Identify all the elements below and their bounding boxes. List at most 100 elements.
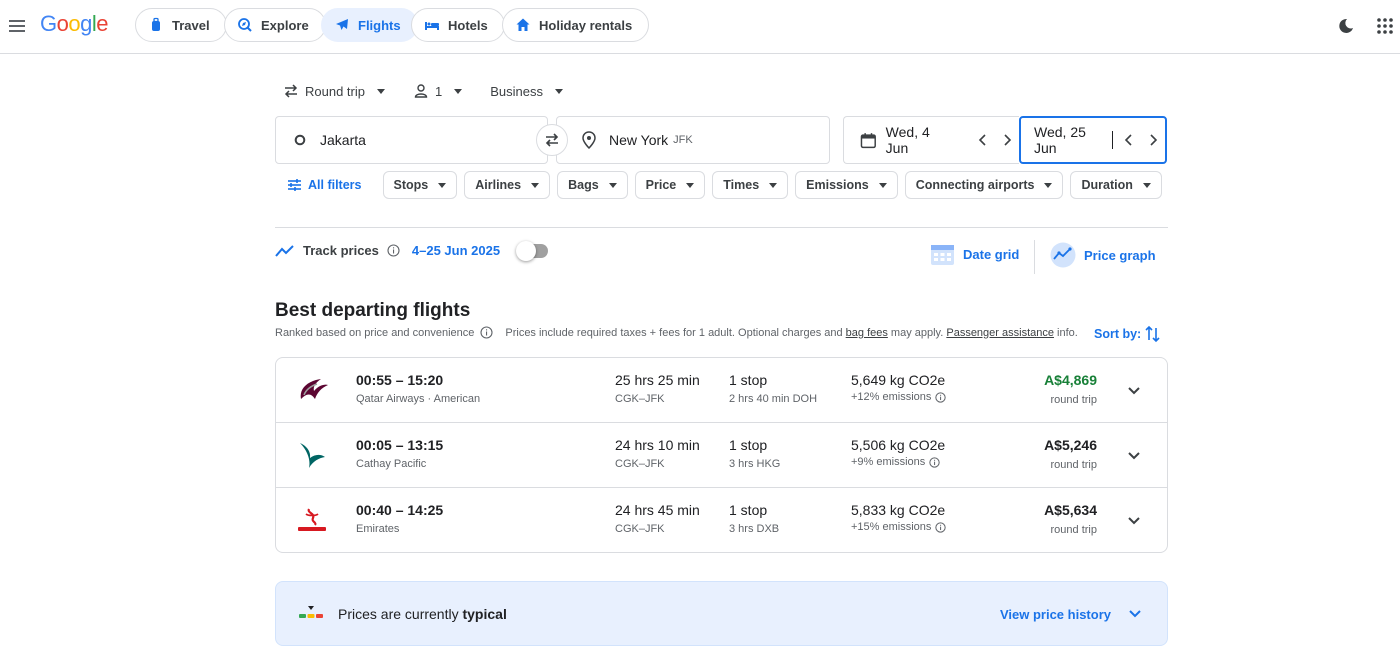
results-subtitle: Ranked based on price and convenience Pr… [275, 326, 1078, 339]
flight-price: A$5,634 [1044, 502, 1097, 518]
bag-fees-link[interactable]: bag fees [846, 327, 888, 339]
flight-route: CGK–JFK [615, 523, 665, 535]
filter-bags[interactable]: Bags [557, 171, 628, 199]
track-prices-label: Track prices [303, 243, 379, 258]
flight-airline: Qatar Airways · American [356, 393, 481, 405]
chevron-down-icon [438, 182, 447, 188]
plane-icon [336, 19, 348, 30]
sort-by-button[interactable]: Sort by: [1094, 325, 1161, 343]
swap-locations-button[interactable] [536, 124, 568, 156]
trip-type-label: Round trip [305, 83, 365, 99]
trip-type-select[interactable]: Round trip [283, 83, 385, 99]
nav-hotels[interactable]: Hotels [411, 8, 505, 42]
destination-field[interactable]: New York JFK [556, 116, 830, 164]
cabin-label: Business [490, 83, 543, 99]
chevron-down-icon [1044, 182, 1053, 188]
cathay-pacific-logo-icon [294, 437, 330, 473]
location-pin-icon [582, 131, 596, 149]
expand-chevron-icon[interactable] [1125, 604, 1145, 624]
chevron-right-icon[interactable] [995, 128, 1019, 152]
flight-price: A$4,869 [1044, 372, 1097, 388]
price-insight-prefix: Prices are currently [338, 606, 463, 622]
flight-times: 00:55 – 15:20 [356, 372, 444, 388]
luggage-icon [152, 17, 160, 31]
qatar-airways-logo-icon [294, 372, 330, 408]
date-grid-button[interactable]: Date grid [930, 242, 1019, 267]
nav-holiday-rentals[interactable]: Holiday rentals [502, 8, 650, 42]
view-price-history-link[interactable]: View price history [1000, 607, 1111, 622]
google-logo[interactable]: Google [40, 11, 109, 37]
price-graph-icon [1050, 242, 1076, 268]
apps-grid-icon[interactable] [1375, 16, 1395, 36]
cabin-select[interactable]: Business [490, 84, 563, 99]
flight-duration: 24 hrs 10 min [615, 437, 700, 453]
info-icon[interactable] [935, 391, 947, 403]
depart-date-field[interactable]: Wed, 4 Jun [843, 116, 1019, 164]
filter-emissions-label: Emissions [806, 178, 869, 192]
flight-row[interactable]: 00:05 – 13:15 Cathay Pacific 24 hrs 10 m… [276, 423, 1167, 488]
filter-bar: All filters Stops Airlines Bags Price Ti… [275, 171, 1162, 199]
expand-chevron-icon[interactable] [1123, 510, 1145, 532]
chevron-left-icon[interactable] [971, 128, 995, 152]
emirates-logo-icon [294, 502, 330, 538]
chevron-down-icon [376, 88, 385, 94]
dark-mode-icon[interactable] [1336, 16, 1356, 36]
flight-list: 00:55 – 15:20 Qatar Airways · American 2… [275, 357, 1168, 553]
passenger-assistance-link[interactable]: Passenger assistance [946, 327, 1054, 339]
all-filters-button[interactable]: All filters [275, 178, 376, 192]
sort-by-label: Sort by: [1094, 327, 1142, 341]
filter-price[interactable]: Price [634, 171, 706, 199]
toggle-knob [516, 240, 537, 261]
filter-stops[interactable]: Stops [382, 171, 458, 199]
expand-chevron-icon[interactable] [1123, 445, 1145, 467]
price-insight-banner[interactable]: Prices are currently typical View price … [275, 581, 1168, 646]
passengers-count: 1 [434, 83, 443, 99]
filter-duration[interactable]: Duration [1070, 171, 1162, 199]
nav-flights[interactable]: Flights [321, 8, 418, 42]
flight-co2: 5,833 kg CO2e [851, 502, 946, 518]
flight-airline: Emirates [356, 523, 400, 535]
flight-row[interactable]: 00:40 – 14:25 Emirates 24 hrs 45 min CGK… [276, 488, 1167, 552]
nav-travel[interactable]: Travel [135, 8, 227, 42]
price-level-icon [299, 606, 323, 618]
chevron-right-icon[interactable] [1141, 128, 1165, 152]
expand-chevron-icon[interactable] [1123, 380, 1145, 402]
origin-field[interactable]: Jakarta [275, 116, 548, 164]
filter-airlines[interactable]: Airlines [464, 171, 551, 199]
filter-emissions[interactable]: Emissions [795, 171, 898, 199]
passengers-select[interactable]: 1 [413, 83, 463, 99]
origin-value: Jakarta [320, 132, 366, 148]
destination-code: JFK [673, 134, 693, 146]
track-prices-toggle[interactable] [516, 240, 549, 261]
flight-row[interactable]: 00:55 – 15:20 Qatar Airways · American 2… [276, 358, 1167, 423]
chevron-down-icon [878, 182, 887, 188]
info-icon[interactable] [387, 244, 400, 257]
filter-duration-label: Duration [1081, 178, 1133, 192]
nav-explore[interactable]: Explore [224, 8, 326, 42]
flight-times: 00:40 – 14:25 [356, 502, 444, 518]
price-note-text: info. [1053, 326, 1078, 339]
flight-emissions: +15% emissions [851, 521, 947, 533]
logo-letter: g [80, 11, 92, 36]
flight-route: CGK–JFK [615, 458, 665, 470]
flight-airline: Cathay Pacific [356, 458, 427, 470]
info-icon[interactable] [935, 521, 947, 533]
info-icon[interactable] [929, 456, 940, 468]
info-icon[interactable] [480, 326, 493, 339]
nav-travel-label: Travel [172, 17, 210, 33]
origin-circle-icon [294, 134, 306, 146]
flight-layover: 2 hrs 40 min DOH [729, 393, 818, 405]
chevron-down-icon [454, 88, 463, 94]
chevron-down-icon [554, 88, 563, 94]
chevron-left-icon[interactable] [1117, 128, 1141, 152]
nav-explore-label: Explore [261, 17, 309, 33]
filter-connecting-airports[interactable]: Connecting airports [904, 171, 1064, 199]
person-icon [414, 84, 428, 98]
nav-holiday-rentals-label: Holiday rentals [539, 17, 633, 33]
filter-times[interactable]: Times [712, 171, 789, 199]
price-insight-text: Prices are currently typical [338, 606, 507, 622]
menu-icon[interactable] [8, 16, 28, 36]
flight-layover: 3 hrs DXB [729, 523, 780, 535]
return-date-field[interactable]: Wed, 25 Jun [1019, 116, 1167, 164]
price-graph-button[interactable]: Price graph [1050, 242, 1156, 268]
